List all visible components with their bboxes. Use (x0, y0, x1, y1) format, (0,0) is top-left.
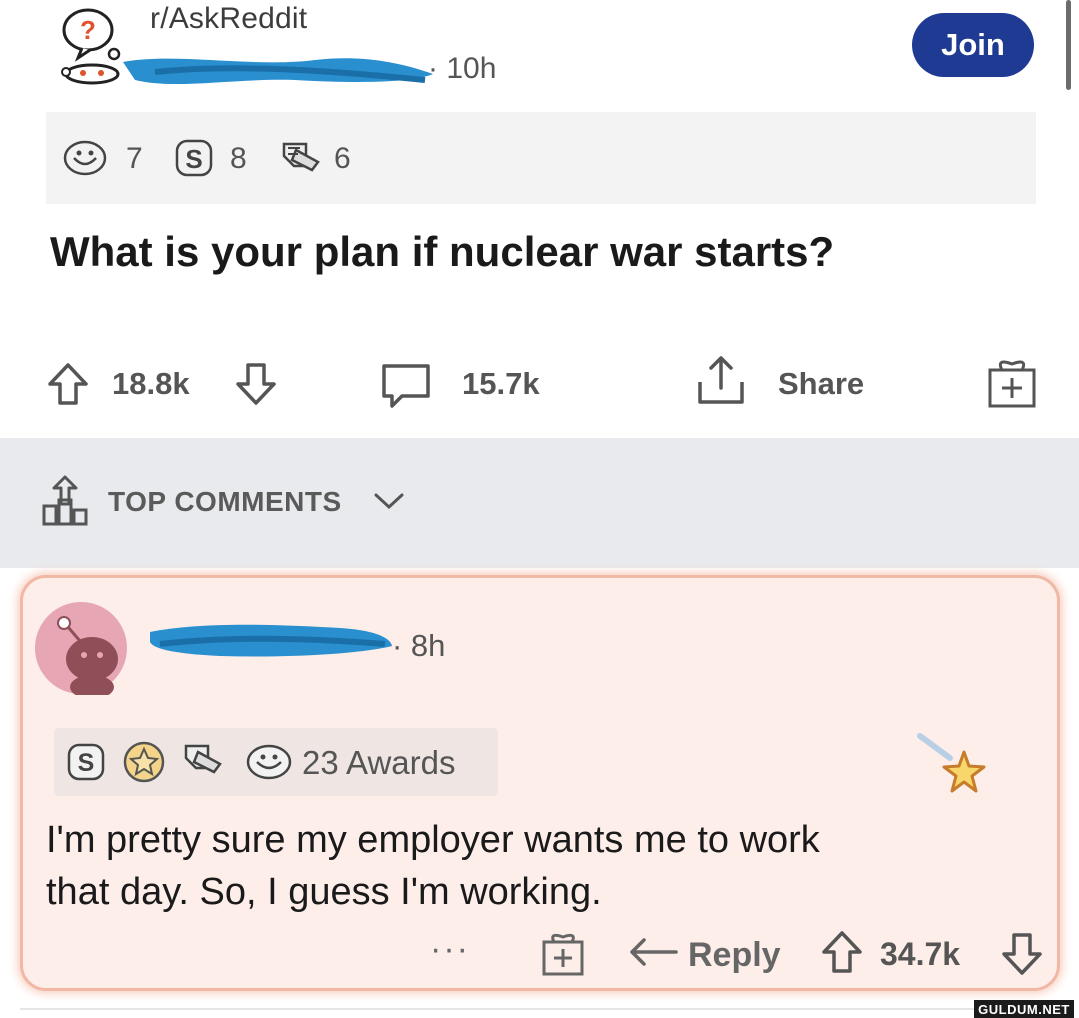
comment-time: · 8h (392, 628, 446, 663)
wholesome-award-count: 7 (126, 142, 143, 175)
upvote-icon[interactable] (44, 360, 92, 413)
top-sort-icon[interactable] (40, 474, 90, 533)
comment-score: 34.7k (880, 936, 961, 972)
silver-award-count: 8 (230, 142, 247, 175)
upvote-icon[interactable] (818, 928, 866, 981)
comment-line: I'm pretty sure my employer wants me to … (46, 819, 820, 861)
gold-award-icon (122, 740, 166, 789)
give-award-icon[interactable] (984, 354, 1040, 415)
helpful-award-icon (278, 136, 324, 185)
commenter-avatar[interactable] (34, 601, 128, 700)
awards-count-label[interactable]: 23 Awards (302, 744, 456, 782)
chevron-down-icon[interactable] (372, 490, 406, 517)
divider (20, 1008, 980, 1010)
comment-body: I'm pretty sure my employer wants me to … (46, 814, 1026, 918)
sort-dropdown-label[interactable]: TOP COMMENTS (108, 486, 342, 518)
downvote-icon[interactable] (232, 360, 280, 413)
join-button[interactable]: Join (912, 13, 1034, 77)
post-title[interactable]: What is your plan if nuclear war starts? (50, 228, 834, 276)
star-sparkle-icon (906, 724, 996, 809)
comment-count[interactable]: 15.7k (462, 366, 540, 402)
reply-arrow-icon[interactable] (628, 934, 680, 979)
svg-text:?: ? (80, 15, 96, 45)
give-award-icon[interactable] (538, 928, 588, 983)
author-redacted (115, 50, 445, 96)
share-icon[interactable] (692, 352, 750, 415)
helpful-award-count: 6 (334, 142, 351, 175)
wholesome-award-icon (62, 138, 108, 183)
commenter-redacted (140, 614, 400, 669)
post-awards-strip[interactable]: 7 S 8 6 (46, 112, 1036, 204)
share-label[interactable]: Share (778, 366, 864, 402)
post-score: 18.8k (112, 366, 190, 401)
svg-text:S: S (78, 749, 95, 777)
svg-text:S: S (185, 144, 202, 174)
comment-bubble-icon[interactable] (378, 360, 434, 417)
downvote-icon[interactable] (998, 930, 1046, 983)
wholesome-award-icon (244, 742, 294, 787)
post-time: · 10h (428, 52, 497, 85)
comment-line: that day. So, I guess I'm working. (46, 871, 602, 913)
reply-button[interactable]: Reply (688, 936, 781, 975)
helpful-award-icon (180, 738, 226, 787)
more-options-icon[interactable]: ··· (430, 930, 470, 969)
silver-award-icon: S (66, 742, 106, 787)
scrollbar[interactable] (1066, 0, 1071, 90)
silver-award-icon: S (174, 138, 214, 185)
subreddit-name[interactable]: r/AskReddit (150, 2, 307, 36)
watermark: GULDUM.NET (974, 1000, 1074, 1018)
